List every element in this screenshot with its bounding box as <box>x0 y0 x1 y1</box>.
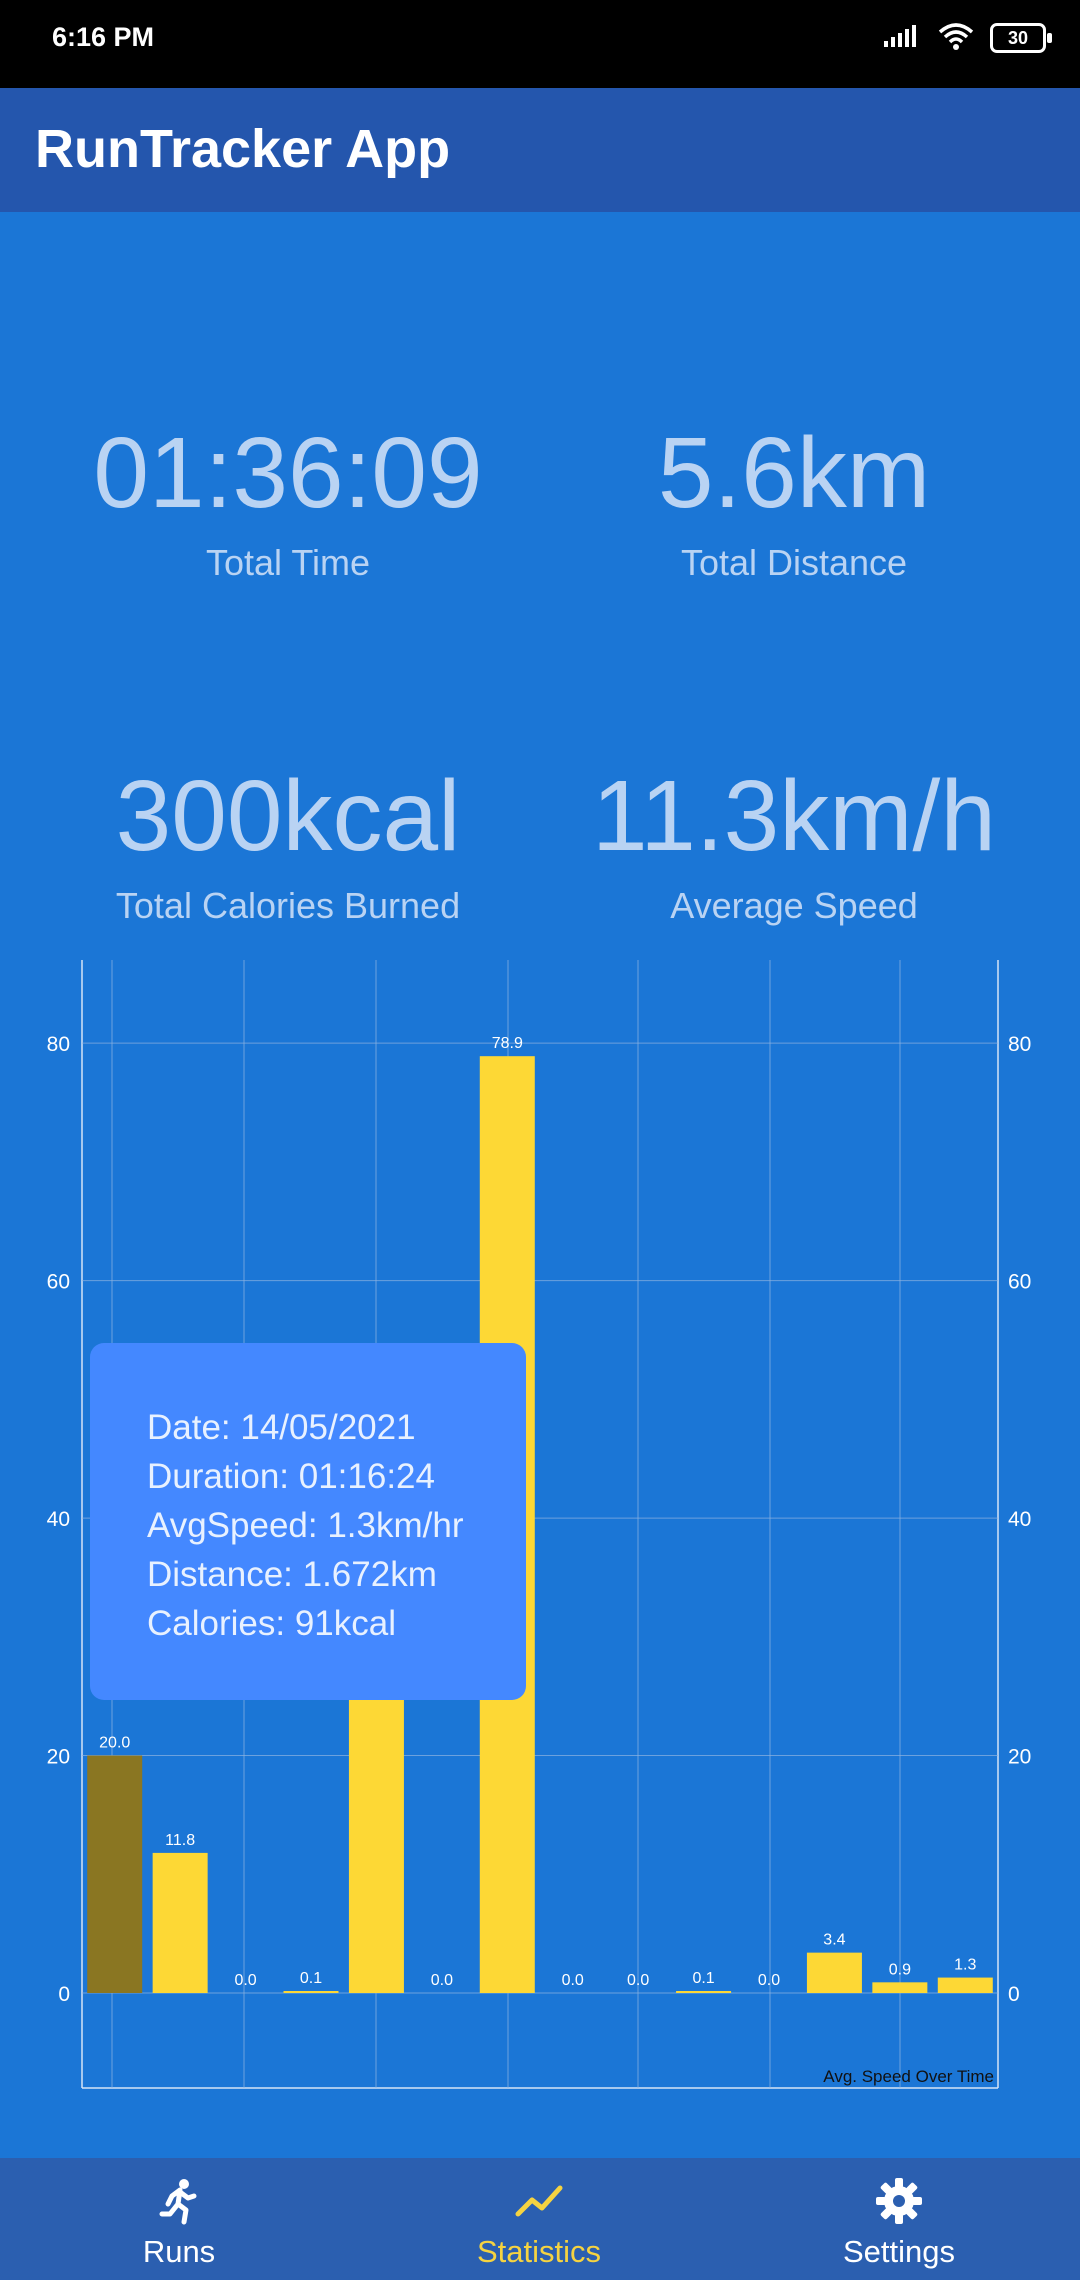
signal-icon <box>882 23 922 54</box>
trend-icon <box>419 2176 659 2226</box>
bottom-nav: Runs Statistics Settings <box>0 2158 1080 2280</box>
bar-value-label: 1.3 <box>954 1957 976 1974</box>
stat-total-time: 01:36:09 Total Time <box>28 418 548 584</box>
chart-bar[interactable] <box>937 1977 993 1994</box>
y-tick-label-right: 20 <box>1008 1746 1031 1769</box>
tooltip-avg-speed: AvgSpeed: 1.3km/hr <box>147 1506 464 1545</box>
stat-total-calories: 300kcal Total Calories Burned <box>28 761 548 927</box>
chart-bar[interactable] <box>872 1982 928 1994</box>
total-time-value: 01:36:09 <box>93 417 483 529</box>
y-tick-label-right: 60 <box>1008 1271 1031 1294</box>
nav-runs-label: Runs <box>142 2234 216 2269</box>
bar-value-label: 78.9 <box>492 1035 523 1052</box>
nav-statistics-label: Statistics <box>476 2234 602 2269</box>
chart-bar[interactable] <box>348 1696 404 1994</box>
stat-average-speed: 11.3km/h Average Speed <box>534 761 1054 927</box>
app-title: RunTracker App <box>35 119 451 179</box>
bar-value-label: 0.0 <box>562 1972 584 1989</box>
y-tick-label-left: 60 <box>47 1271 70 1294</box>
total-distance-value: 5.6km <box>657 417 931 529</box>
bar-value-label: 0.0 <box>627 1972 649 1989</box>
y-tick-label-right: 0 <box>1008 1983 1020 2006</box>
status-time: 6:16 PM <box>52 22 155 52</box>
nav-settings[interactable]: Settings <box>779 2158 1019 2280</box>
tooltip-calories: Calories: 91kcal <box>147 1604 396 1643</box>
total-calories-value: 300kcal <box>115 760 461 872</box>
bar-value-label: 0.1 <box>300 1970 322 1987</box>
bar-value-label: 0.0 <box>431 1972 453 1989</box>
status-icons: 30 <box>882 18 1052 58</box>
battery-icon: 30 <box>990 23 1052 53</box>
average-speed-label: Average Speed <box>670 885 918 926</box>
bar-value-label: 0.9 <box>889 1961 911 1978</box>
nav-runs[interactable]: Runs <box>59 2158 299 2280</box>
y-tick-label-left: 80 <box>47 1033 70 1056</box>
total-calories-label: Total Calories Burned <box>115 885 461 926</box>
total-time-label: Total Time <box>205 542 371 583</box>
tooltip-lines: Date: 14/05/2021 Duration: 01:16:24 AvgS… <box>147 1403 464 1648</box>
y-tick-label-left: 0 <box>58 1983 70 2006</box>
tooltip-date: Date: 14/05/2021 <box>147 1408 416 1447</box>
y-tick-label-left: 20 <box>47 1746 70 1769</box>
chart-bar[interactable] <box>283 1991 339 1994</box>
chart-description: Avg. Speed Over Time <box>823 2067 994 2086</box>
chart-bar[interactable] <box>152 1852 208 1994</box>
bar-value-label: 20.0 <box>99 1735 130 1752</box>
app-bar: RunTracker App <box>0 88 1080 212</box>
wifi-icon <box>938 22 974 55</box>
average-speed-value: 11.3km/h <box>592 760 996 872</box>
bar-value-label: 11.8 <box>165 1832 195 1849</box>
y-tick-label-right: 80 <box>1008 1033 1031 1056</box>
chart-bar[interactable] <box>806 1952 862 1994</box>
bar-value-label: 0.0 <box>758 1972 780 1989</box>
bar-value-label: 0.1 <box>692 1970 714 1987</box>
tooltip-distance: Distance: 1.672km <box>147 1555 437 1594</box>
status-bar: 6:16 PM 30 <box>0 0 1080 88</box>
tooltip-duration: Duration: 01:16:24 <box>147 1457 435 1496</box>
bar-value-label: 0.0 <box>234 1972 256 1989</box>
gear-icon <box>779 2176 1019 2226</box>
chart-bar[interactable] <box>87 1755 143 1994</box>
y-tick-label-right: 40 <box>1008 1508 1031 1531</box>
nav-statistics[interactable]: Statistics <box>419 2158 659 2280</box>
runner-icon <box>59 2176 299 2226</box>
bar-tooltip: Date: 14/05/2021 Duration: 01:16:24 AvgS… <box>90 1343 526 1700</box>
bar-value-label: 3.4 <box>823 1932 845 1949</box>
chart-bar[interactable] <box>676 1991 732 1994</box>
total-distance-label: Total Distance <box>680 542 908 583</box>
nav-settings-label: Settings <box>842 2234 955 2269</box>
stat-total-distance: 5.6km Total Distance <box>534 418 1054 584</box>
y-tick-label-left: 40 <box>47 1508 70 1531</box>
